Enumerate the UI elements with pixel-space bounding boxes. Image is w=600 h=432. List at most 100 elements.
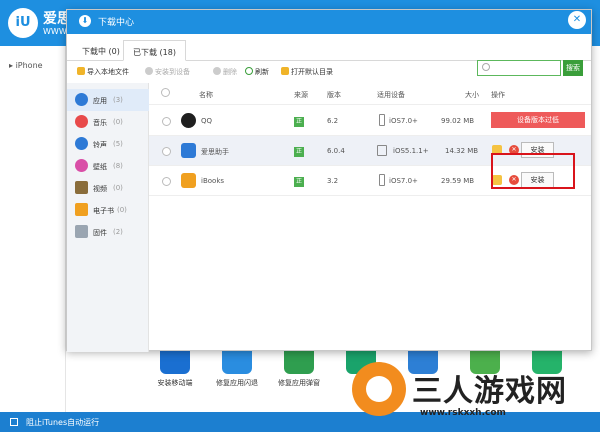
import-button[interactable]: 导入本地文件 bbox=[77, 67, 129, 77]
iphone-icon bbox=[379, 174, 385, 186]
watermark-title: 三人游戏网 bbox=[412, 374, 567, 409]
dialog-title: 下载中心 bbox=[98, 18, 135, 28]
iphone-icon bbox=[379, 114, 385, 126]
open-dir-label: 打开默认目录 bbox=[291, 68, 333, 76]
watermark-url: www.rskxxh.com bbox=[420, 408, 506, 418]
category-label: 音乐 bbox=[93, 119, 107, 127]
row-size: 99.02 MB bbox=[441, 117, 475, 125]
status-text: 阻止iTunes自动运行 bbox=[26, 418, 100, 427]
category-count: (5) bbox=[113, 140, 123, 148]
open-dir-button[interactable]: 打开默认目录 bbox=[281, 67, 333, 77]
table-header: 名称 来源 版本 适用设备 大小 操作 bbox=[149, 83, 591, 105]
dialog-titlebar: ⬇ 下载中心 ✕ bbox=[67, 10, 591, 34]
dialog-tabs: 下载中 (0) 已下载 (18) bbox=[67, 34, 591, 61]
category-label: 壁纸 bbox=[93, 163, 107, 171]
search-input[interactable] bbox=[477, 60, 561, 76]
row-device: iOS7.0+ bbox=[389, 177, 418, 185]
search-icon bbox=[482, 63, 490, 71]
category-label: 应用 bbox=[93, 97, 107, 105]
refresh-button[interactable]: 刷新 bbox=[245, 67, 269, 77]
category-music[interactable]: 音乐 (0) bbox=[67, 111, 149, 133]
row-name: 爱思助手 bbox=[201, 148, 229, 156]
app-store-icon bbox=[75, 93, 88, 106]
row-version: 3.2 bbox=[327, 177, 339, 185]
device-label: iPhone bbox=[15, 61, 43, 70]
import-label: 导入本地文件 bbox=[87, 68, 129, 76]
ipad-icon bbox=[377, 145, 387, 156]
refresh-icon bbox=[245, 67, 253, 75]
book-icon bbox=[75, 203, 88, 216]
install-to-device-button[interactable]: 安装到设备 bbox=[145, 67, 190, 77]
row-device: iOS7.0+ bbox=[389, 117, 418, 125]
table-row[interactable]: QQ 正 6.2 iOS7.0+ 99.02 MB 设备版本过低 bbox=[149, 106, 591, 136]
aisi-app-icon bbox=[181, 143, 196, 158]
dialog-close-icon[interactable]: ✕ bbox=[568, 11, 586, 29]
column-name: 名称 bbox=[199, 91, 213, 99]
ibooks-icon bbox=[181, 173, 196, 188]
tab-downloading[interactable]: 下载中 (0) bbox=[73, 40, 129, 61]
folder-icon bbox=[281, 67, 289, 75]
row-name: iBooks bbox=[201, 177, 225, 185]
category-count: (0) bbox=[113, 184, 123, 192]
row-checkbox[interactable] bbox=[162, 177, 171, 186]
category-wallpapers[interactable]: 壁纸 (8) bbox=[67, 155, 149, 177]
source-badge: 正 bbox=[294, 177, 304, 187]
row-version: 6.0.4 bbox=[327, 147, 345, 155]
firmware-icon bbox=[75, 225, 88, 238]
install-to-device-label: 安装到设备 bbox=[155, 68, 190, 76]
watermark-logo-icon bbox=[352, 362, 406, 416]
column-device: 适用设备 bbox=[377, 91, 405, 99]
device-item[interactable]: ▸ iPhone bbox=[9, 61, 43, 70]
folder-import-icon bbox=[77, 67, 85, 75]
bell-icon bbox=[75, 137, 88, 150]
source-badge: 正 bbox=[294, 117, 304, 127]
column-version: 版本 bbox=[327, 91, 341, 99]
category-ebooks[interactable]: 电子书 (0) bbox=[67, 199, 149, 221]
block-itunes-checkbox[interactable] bbox=[10, 418, 18, 426]
column-action: 操作 bbox=[491, 91, 505, 99]
music-icon bbox=[75, 115, 88, 128]
checkbox bbox=[161, 88, 170, 97]
row-size: 29.59 MB bbox=[441, 177, 475, 185]
row-checkbox[interactable] bbox=[162, 117, 171, 126]
delete-label: 删除 bbox=[223, 68, 237, 76]
row-size: 14.32 MB bbox=[445, 147, 479, 155]
tool-label: 修复应用弹窗 bbox=[278, 379, 320, 387]
row-version: 6.2 bbox=[327, 117, 339, 125]
app-logo: iU bbox=[8, 8, 38, 38]
source-badge: 正 bbox=[294, 147, 304, 157]
download-icon: ⬇ bbox=[79, 15, 91, 27]
category-ringtones[interactable]: 铃声 (5) bbox=[67, 133, 149, 155]
category-count: (3) bbox=[113, 96, 123, 104]
highlight-box bbox=[491, 153, 575, 189]
category-videos[interactable]: 视频 (0) bbox=[67, 177, 149, 199]
downloads-table: 名称 来源 版本 适用设备 大小 操作 QQ 正 6.2 iOS7.0+ 99.… bbox=[149, 83, 591, 352]
category-count: (2) bbox=[113, 228, 123, 236]
category-label: 视频 bbox=[93, 185, 107, 193]
delete-button[interactable]: 删除 bbox=[213, 67, 237, 77]
category-label: 铃声 bbox=[93, 141, 107, 149]
tool-label: 修复应用闪退 bbox=[216, 379, 258, 387]
refresh-label: 刷新 bbox=[255, 68, 269, 76]
category-count: (0) bbox=[117, 206, 127, 214]
category-count: (8) bbox=[113, 162, 123, 170]
device-sidebar: ▸ iPhone bbox=[0, 46, 66, 412]
video-icon bbox=[75, 181, 88, 194]
category-sidebar: 应用 (3) 音乐 (0) 铃声 (5) 壁纸 (8) 视频 (0) 电子书 (0) 固件(… bbox=[67, 83, 149, 352]
search-button[interactable]: 搜索 bbox=[563, 60, 583, 76]
column-size: 大小 bbox=[465, 91, 479, 99]
tab-downloaded[interactable]: 已下载 (18) bbox=[123, 40, 186, 61]
category-firmware[interactable]: 固件 (2) bbox=[67, 221, 149, 243]
tool-label: 安装移动端 bbox=[157, 379, 193, 387]
qq-penguin-icon bbox=[181, 113, 196, 128]
delete-icon bbox=[213, 67, 221, 75]
install-icon bbox=[145, 67, 153, 75]
app-url: WWW bbox=[43, 27, 67, 36]
column-source: 来源 bbox=[294, 91, 308, 99]
watermark: 三人游戏网 www.rskxxh.com bbox=[348, 356, 600, 432]
row-name: QQ bbox=[201, 117, 213, 125]
version-too-low-badge: 设备版本过低 bbox=[491, 112, 585, 128]
row-checkbox[interactable] bbox=[162, 147, 171, 156]
category-apps[interactable]: 应用 (3) bbox=[67, 89, 149, 111]
category-label: 电子书 bbox=[93, 207, 114, 215]
